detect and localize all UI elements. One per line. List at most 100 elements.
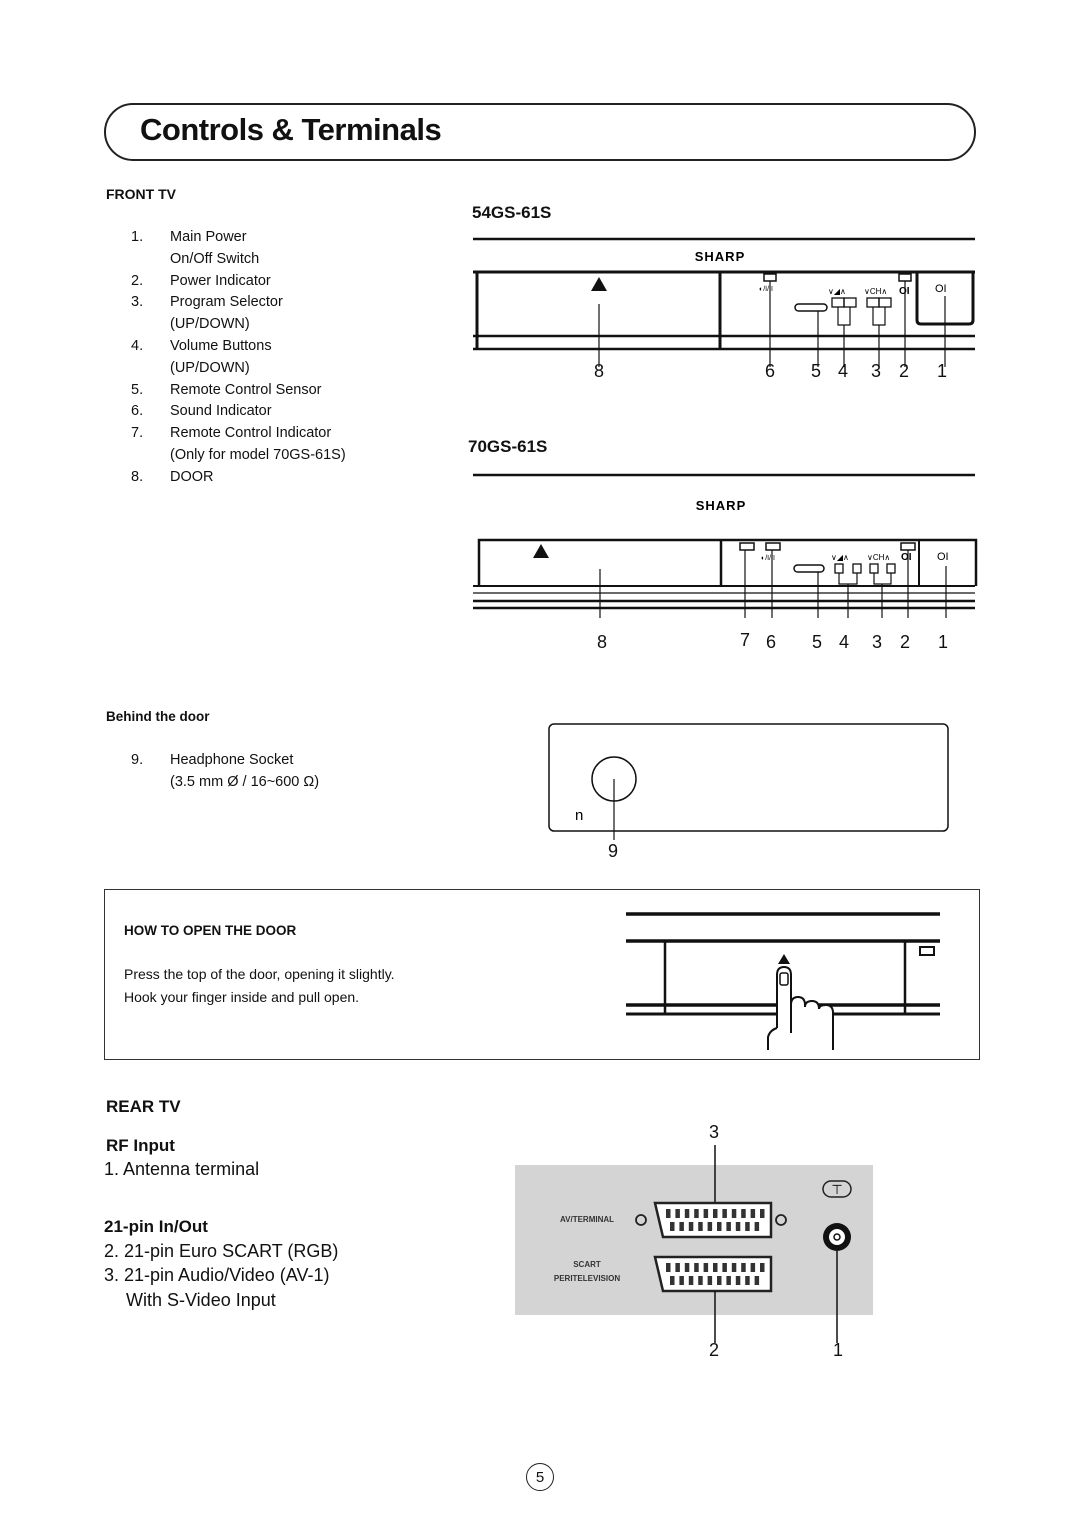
power-indicator-label: OI — [899, 286, 910, 297]
door-arrow-icon — [591, 277, 607, 291]
model-54-title: 54GS-61S — [472, 203, 552, 222]
rf-item: 1. Antenna terminal — [104, 1159, 260, 1179]
item-number: 1. — [131, 229, 144, 245]
scart-pin — [717, 1222, 722, 1231]
scart-pin — [750, 1209, 756, 1218]
callout-2: 2 — [709, 1340, 720, 1360]
sound-indicator-led — [765, 542, 781, 551]
scart-pin — [670, 1222, 675, 1231]
rf-input-heading: RF Input — [106, 1136, 175, 1155]
main-power-label: OI — [935, 283, 947, 295]
pin-item: With S-Video Input — [126, 1290, 276, 1310]
how-to-open-heading: HOW TO OPEN THE DOOR — [124, 923, 297, 938]
door-open-diagram — [626, 912, 940, 1050]
scart-pin — [750, 1263, 756, 1272]
model-70-title: 70GS-61S — [468, 437, 548, 456]
pin-heading: 21-pin In/Out — [104, 1217, 208, 1236]
item-text: Remote Control Sensor — [170, 381, 322, 398]
front-tv-list: 1. Main Power On/Off Switch 2. Power Indicat… — [131, 227, 451, 497]
callout-2: 2 — [899, 361, 910, 381]
door-arrow-icon — [533, 544, 549, 558]
callout-4: 4 — [839, 632, 850, 652]
rear-panel-background — [515, 1165, 873, 1315]
instruction-line: Press the top of the door, opening it sl… — [124, 966, 395, 982]
scart-label-1: SCART — [573, 1260, 601, 1269]
channel-bracket — [872, 307, 886, 326]
scart-pin — [713, 1209, 718, 1218]
scart-pin — [675, 1209, 680, 1218]
scart-pin — [731, 1209, 737, 1218]
scart-pin — [688, 1276, 694, 1285]
power-indicator-led — [900, 542, 916, 551]
headphone-panel-diagram: n — [548, 723, 949, 840]
scart-pin — [735, 1276, 741, 1285]
item-number: 8. — [131, 468, 144, 485]
instruction-line: Hook your finger inside and pull open. — [124, 989, 360, 1005]
callout-2: 2 — [900, 632, 911, 652]
item-number: 6. — [131, 403, 144, 420]
power-indicator-label: OI — [901, 552, 912, 563]
scart-shell — [653, 1201, 773, 1239]
channel-down-button[interactable] — [869, 563, 879, 574]
item-text: Volume Buttons — [170, 338, 272, 354]
item-text: DOOR — [170, 468, 214, 485]
scart-pin — [760, 1209, 765, 1218]
scart-pin — [722, 1209, 727, 1218]
callout-6: 6 — [765, 361, 776, 381]
channel-up-button[interactable] — [878, 297, 892, 308]
av1-scart-connector[interactable] — [653, 1201, 773, 1239]
volume-down-button[interactable] — [834, 563, 844, 574]
sound-indicator-led — [763, 273, 777, 282]
scart-pin — [741, 1209, 746, 1218]
front-tv-heading: FRONT TV — [106, 186, 176, 202]
av-terminal-label: AV/TERMINAL — [560, 1215, 614, 1224]
antenna-terminal-inner — [829, 1229, 845, 1245]
scart-label-2: PERITELEVISION — [554, 1274, 620, 1283]
item-text: Main Power — [170, 229, 247, 245]
scart-pin — [694, 1209, 699, 1218]
item-text: Sound Indicator — [170, 403, 272, 420]
scart-pin — [726, 1276, 731, 1285]
scart-pin — [703, 1263, 709, 1272]
item-text: Headphone Socket — [170, 752, 294, 768]
item-text: (3.5 mm Ø / 16~600 Ω) — [170, 773, 320, 790]
callout-1: 1 — [938, 632, 949, 652]
scart-pin — [684, 1209, 690, 1218]
item-number: 7. — [131, 425, 144, 442]
callout-3: 3 — [709, 1122, 720, 1142]
volume-up-button[interactable] — [852, 563, 862, 574]
volume-down-button[interactable] — [831, 297, 845, 308]
callout-3: 3 — [871, 361, 882, 381]
callout-3: 3 — [872, 632, 883, 652]
item-text: (UP/DOWN) — [170, 359, 250, 376]
item-number: 4. — [131, 338, 144, 354]
volume-label: ∨◢∧ — [831, 553, 849, 562]
callout-5: 5 — [811, 361, 822, 381]
volume-up-button[interactable] — [843, 297, 857, 308]
scart-pin — [707, 1276, 713, 1285]
sound-indicator-label: ◐/I/II — [759, 286, 773, 293]
callout-4: 4 — [838, 361, 849, 381]
item-text: Power Indicator — [170, 272, 271, 289]
scart-shell — [653, 1255, 773, 1293]
scart-pin — [754, 1222, 760, 1231]
channel-down-button[interactable] — [866, 297, 880, 308]
rgb-scart-connector[interactable] — [653, 1255, 773, 1293]
pin-item: 3. 21-pin Audio/Video (AV-1) — [104, 1265, 330, 1285]
item-number: 5. — [131, 381, 144, 398]
power-indicator-led — [898, 273, 912, 282]
item-text: Remote Control Indicator — [170, 425, 332, 442]
door-panel-outline — [548, 723, 949, 832]
item-number: 2. — [131, 272, 144, 289]
scart-pin — [675, 1263, 680, 1272]
channel-up-button[interactable] — [886, 563, 896, 574]
scart-pin — [666, 1263, 671, 1272]
channel-label: ∨CH∧ — [864, 287, 887, 296]
scart-pin — [688, 1222, 694, 1231]
callout-5: 5 — [812, 632, 823, 652]
page-number: 5 — [526, 1463, 554, 1491]
scart-pin — [684, 1263, 690, 1272]
item-text: Program Selector — [170, 294, 283, 311]
item-text: (Only for model 70GS-61S) — [170, 447, 346, 463]
page-title: Controls & Terminals — [140, 112, 442, 147]
